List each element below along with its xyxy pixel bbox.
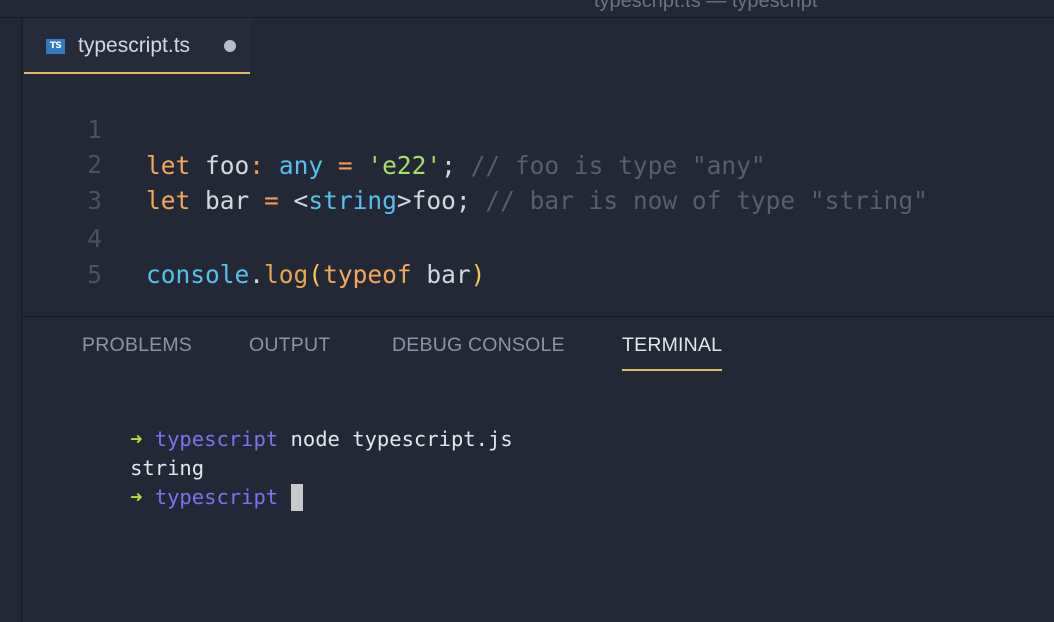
tab-typescript-ts[interactable]: TS typescript.ts xyxy=(24,18,250,74)
code-token: ( xyxy=(308,260,324,289)
code-line[interactable]: 1 let foo: any = 'e22'; // foo is type "… xyxy=(22,76,1054,180)
code-token: ) xyxy=(470,260,486,289)
prompt-arrow-icon: ➜ xyxy=(130,485,143,509)
tab-problems[interactable]: PROBLEMS xyxy=(82,334,192,357)
unsaved-dot-icon[interactable] xyxy=(224,40,236,52)
panel-tab-bar: PROBLEMS OUTPUT DEBUG CONSOLE TERMINAL xyxy=(22,317,1054,373)
terminal-line[interactable]: ➜ typescript xyxy=(56,454,303,511)
code-token: log xyxy=(264,260,309,289)
code-line[interactable]: 5 xyxy=(22,221,1054,289)
code-line[interactable]: 3 xyxy=(22,147,1054,215)
tab-output[interactable]: OUTPUT xyxy=(249,334,330,357)
code-token: typeof xyxy=(323,260,412,289)
prompt-cwd: typescript xyxy=(154,485,279,509)
terminal-panel[interactable]: ➜ typescript node typescript.js string ➜… xyxy=(22,373,1054,622)
editor-tab-strip: TS typescript.ts xyxy=(22,18,1054,74)
terminal-line: ➜ typescript node typescript.js xyxy=(56,396,513,451)
window-title: typescript.ts — typescript xyxy=(594,0,818,12)
code-token: console xyxy=(146,260,250,289)
code-line[interactable]: 2 let bar = <string>foo; // bar is now o… xyxy=(22,111,1054,215)
typescript-file-icon: TS xyxy=(46,39,65,54)
line-number: 5 xyxy=(87,260,102,289)
code-line[interactable]: 4 console.log(typeof bar) xyxy=(22,185,1054,289)
tab-terminal[interactable]: TERMINAL xyxy=(622,334,722,357)
tab-debug-console[interactable]: DEBUG CONSOLE xyxy=(392,334,565,357)
code-token: bar xyxy=(411,260,471,289)
title-bar: typescript.ts — typescript xyxy=(0,0,1054,18)
terminal-line: string xyxy=(56,425,204,480)
code-editor[interactable]: 1 let foo: any = 'e22'; // foo is type "… xyxy=(22,76,1054,316)
active-tab-indicator xyxy=(622,369,722,371)
code-content: console.log(typeof bar) xyxy=(146,257,485,293)
code-token: . xyxy=(249,260,265,289)
vscode-window: typescript.ts — typescript TS typescript… xyxy=(0,0,1054,622)
tab-label: typescript.ts xyxy=(78,34,191,57)
terminal-cursor xyxy=(290,484,303,511)
terminal-command: node typescript.js xyxy=(290,427,513,451)
